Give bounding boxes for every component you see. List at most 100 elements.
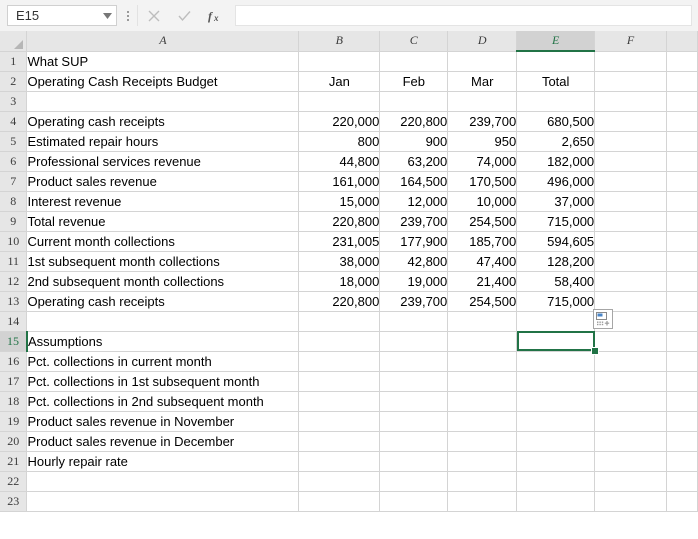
cell-F19[interactable] [594,411,668,432]
cell-D11[interactable]: 47,400 [447,251,518,272]
cell-B5[interactable]: 800 [298,131,381,152]
cell-C4[interactable]: 220,800 [379,111,449,132]
cell-D6[interactable]: 74,000 [447,151,518,172]
cell-E17[interactable] [516,371,596,392]
cell-C16[interactable] [379,351,449,372]
cell-D14[interactable] [447,311,518,332]
column-header-d[interactable]: D [447,31,518,52]
cell-C14[interactable] [379,311,449,332]
cell-D7[interactable]: 170,500 [447,171,518,192]
cell-F11[interactable] [594,251,668,272]
cell-D18[interactable] [447,391,518,412]
cell-E19[interactable] [516,411,596,432]
cell-B17[interactable] [298,371,381,392]
cell-D23[interactable] [447,491,518,512]
row-header-18[interactable]: 18 [0,391,28,412]
cell-D2[interactable]: Mar [447,71,518,92]
select-all-corner[interactable] [0,31,28,52]
cell-B13[interactable]: 220,800 [298,290,381,312]
column-header-b[interactable]: B [298,31,381,52]
column-header-f[interactable]: F [594,31,668,52]
cell-F4[interactable] [594,111,668,132]
row-header-20[interactable]: 20 [0,431,28,452]
cell-F5[interactable] [594,131,668,152]
row-header-7[interactable]: 7 [0,171,28,192]
cell-G22[interactable] [666,471,698,492]
cell-G23[interactable] [666,491,698,512]
cell-A22[interactable] [26,471,300,492]
cell-B11[interactable]: 38,000 [298,251,381,272]
column-header-c[interactable]: C [379,31,449,52]
cell-E11[interactable]: 128,200 [516,251,596,272]
cell-B12[interactable]: 18,000 [298,271,381,292]
cell-F17[interactable] [594,371,668,392]
row-header-22[interactable]: 22 [0,471,28,492]
cell-G5[interactable] [666,131,698,152]
cell-C11[interactable]: 42,800 [379,251,449,272]
cell-G13[interactable] [666,291,698,312]
cell-C10[interactable]: 177,900 [379,231,449,252]
cell-A9[interactable]: Total revenue [26,211,300,232]
cell-A11[interactable]: 1st subsequent month collections [26,251,300,272]
cell-F6[interactable] [594,151,668,172]
cell-A12[interactable]: 2nd subsequent month collections [26,271,300,292]
check-icon[interactable] [169,5,200,26]
cell-E12[interactable]: 58,400 [516,271,596,292]
cell-C17[interactable] [379,371,449,392]
cell-G20[interactable] [666,431,698,452]
cell-F15[interactable] [594,331,668,352]
cell-F1[interactable] [594,51,668,72]
fx-icon[interactable]: f x [200,5,231,26]
row-header-1[interactable]: 1 [0,51,28,72]
cell-D16[interactable] [447,351,518,372]
cell-A13[interactable]: Operating cash receipts [26,291,300,312]
cell-D10[interactable]: 185,700 [447,231,518,252]
row-header-19[interactable]: 19 [0,411,28,432]
cell-E10[interactable]: 594,605 [516,231,596,252]
cell-A19[interactable]: Product sales revenue in November [26,411,300,432]
cell-D4[interactable]: 239,700 [447,111,518,132]
cell-C21[interactable] [379,451,449,472]
row-header-11[interactable]: 11 [0,251,28,272]
cell-F22[interactable] [594,471,668,492]
cell-G3[interactable] [666,91,698,112]
cell-G2[interactable] [666,71,698,92]
cell-G7[interactable] [666,171,698,192]
cell-C15[interactable] [379,331,449,352]
cell-G21[interactable] [666,451,698,472]
cell-F3[interactable] [594,91,668,112]
cell-C6[interactable]: 63,200 [379,151,449,172]
row-header-3[interactable]: 3 [0,91,28,112]
column-header-g-partial[interactable] [666,31,698,52]
cell-E3[interactable] [516,91,596,112]
cell-F2[interactable] [594,71,668,92]
cell-E8[interactable]: 37,000 [516,191,596,212]
cell-E13[interactable]: 715,000 [516,291,596,312]
row-header-13[interactable]: 13 [0,291,28,312]
cell-C9[interactable]: 239,700 [379,210,449,232]
column-header-e[interactable]: E [516,31,596,52]
fill-handle[interactable] [590,347,599,355]
row-header-15[interactable]: 15 [0,331,28,352]
cell-F12[interactable] [594,271,668,292]
cell-B16[interactable] [298,351,381,372]
close-icon[interactable] [138,5,169,26]
cell-C7[interactable]: 164,500 [379,171,449,192]
cell-D19[interactable] [447,411,518,432]
cell-A3[interactable] [26,91,300,112]
cell-A8[interactable]: Interest revenue [26,191,300,212]
cell-A10[interactable]: Current month collections [26,231,300,252]
row-header-8[interactable]: 8 [0,191,28,212]
cell-E15[interactable] [516,331,596,352]
row-header-4[interactable]: 4 [0,111,28,132]
cell-D15[interactable] [447,331,518,352]
cell-C19[interactable] [379,411,449,432]
cell-G15[interactable] [666,331,698,352]
cell-B2[interactable]: Jan [298,71,381,92]
row-header-5[interactable]: 5 [0,131,28,152]
cell-G1[interactable] [666,51,698,72]
cell-G14[interactable] [666,311,698,332]
cell-C1[interactable] [379,51,449,72]
cell-C13[interactable]: 239,700 [379,290,449,312]
cell-G16[interactable] [666,351,698,372]
